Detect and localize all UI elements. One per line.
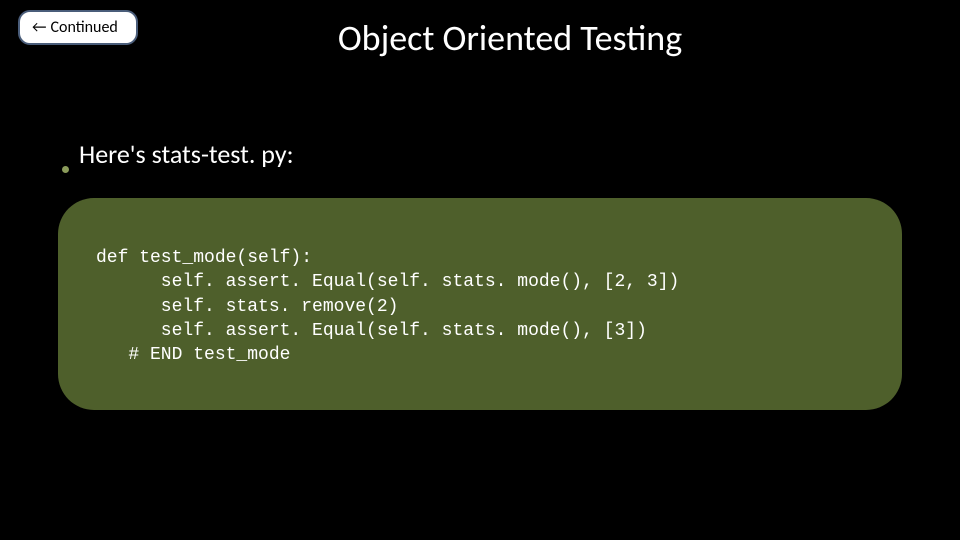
bullet-text: Here's stats-test. py:: [79, 138, 294, 170]
bullet-dot-icon: [62, 166, 69, 173]
code-block: def test_mode(self): self. assert. Equal…: [58, 198, 902, 410]
code-line: self. stats. remove(2): [96, 297, 398, 317]
code-content: def test_mode(self): self. assert. Equal…: [96, 246, 864, 367]
code-line: self. assert. Equal(self. stats. mode(),…: [96, 321, 647, 341]
code-line: # END test_mode: [96, 345, 290, 365]
code-line: def test_mode(self):: [96, 248, 312, 268]
slide-title: Object Oriented Testing: [0, 16, 960, 60]
code-line: self. assert. Equal(self. stats. mode(),…: [96, 272, 679, 292]
bullet-item: Here's stats-test. py:: [62, 138, 294, 170]
